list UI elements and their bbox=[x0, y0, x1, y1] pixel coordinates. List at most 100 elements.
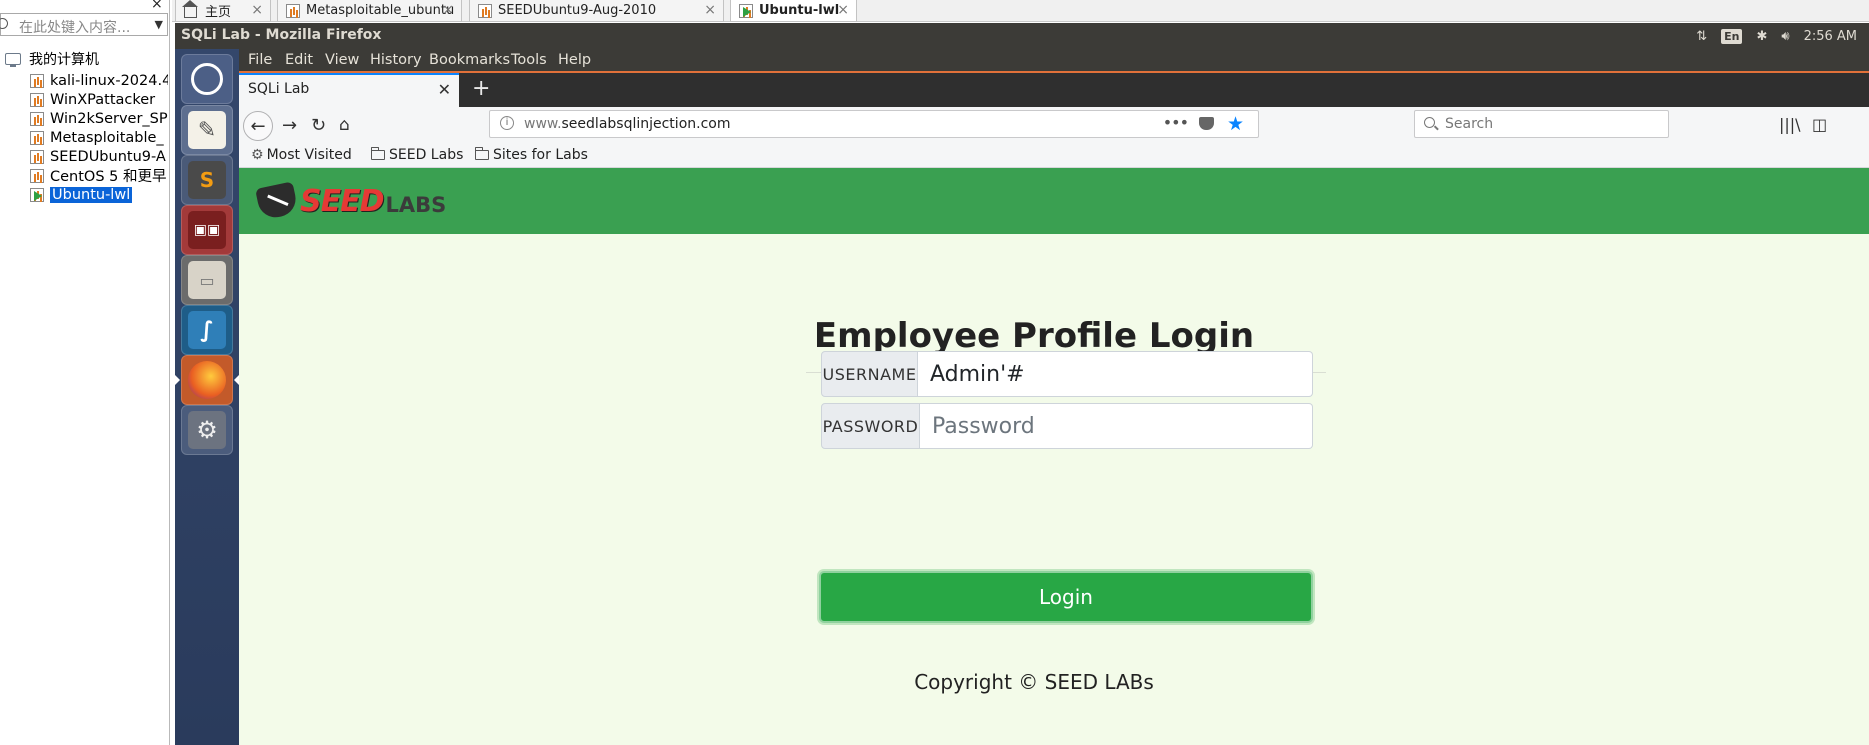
close-icon[interactable]: × bbox=[704, 2, 716, 18]
unity-launcher: ✎ S ▣▣ ▭ ∫ ⚙ bbox=[175, 49, 239, 745]
vm-tab-label: SEEDUbuntu9-Aug-2010 bbox=[498, 3, 657, 18]
tree-item-vm[interactable]: Metasploitable_ bbox=[30, 127, 168, 148]
username-field-group: USERNAME Admin'# bbox=[821, 351, 1313, 397]
tab-title: SQLi Lab bbox=[248, 81, 310, 97]
username-input[interactable]: Admin'# bbox=[918, 351, 1313, 397]
home-icon[interactable]: ⌂ bbox=[339, 115, 350, 135]
vm-icon bbox=[30, 92, 44, 107]
text-editor-button[interactable]: ✎ bbox=[181, 105, 233, 155]
back-button[interactable]: ← bbox=[243, 111, 273, 141]
seed-labs-logo[interactable]: SEED LABS bbox=[255, 181, 446, 221]
tree-root-my-computer[interactable]: 我的计算机 bbox=[5, 49, 99, 69]
tree-item-vm[interactable]: CentOS 5 和更早 bbox=[30, 165, 168, 186]
search-icon bbox=[0, 18, 8, 29]
menu-help[interactable]: Help bbox=[558, 52, 591, 68]
bookmark-seed-labs[interactable]: SEED Labs bbox=[371, 147, 463, 163]
system-settings-button[interactable]: ⚙ bbox=[181, 405, 233, 455]
vm-icon bbox=[30, 168, 44, 183]
library-search-field[interactable]: 在此处键入内容... ▼ bbox=[0, 13, 168, 36]
menu-view[interactable]: View bbox=[325, 52, 359, 68]
back-icon: ← bbox=[250, 115, 266, 137]
close-icon[interactable]: × bbox=[442, 2, 454, 18]
vm-tab[interactable]: Metasploitable_ubuntu × bbox=[277, 0, 462, 22]
file-manager-button[interactable]: ▭ bbox=[181, 255, 233, 305]
login-button[interactable]: Login bbox=[819, 571, 1313, 623]
sublime-text-button[interactable]: S bbox=[181, 155, 233, 205]
search-placeholder: Search bbox=[1445, 116, 1494, 132]
page-actions-icon[interactable]: ••• bbox=[1163, 113, 1189, 132]
tree-item-label: Win2kServer_SP bbox=[50, 110, 168, 127]
network-icon[interactable]: ⇅ bbox=[1696, 29, 1707, 44]
wireshark-button[interactable]: ∫ bbox=[181, 305, 233, 355]
clock[interactable]: 2:56 AM bbox=[1804, 29, 1857, 44]
vm-icon bbox=[30, 130, 44, 145]
url-prefix: www. bbox=[524, 116, 562, 132]
bookmark-most-visited[interactable]: ⚙ Most Visited bbox=[251, 147, 352, 163]
new-tab-icon[interactable]: + bbox=[472, 76, 490, 101]
info-icon[interactable]: i bbox=[500, 116, 514, 130]
system-tray: ⇅ En ✱ 🔊︎ 2:56 AM bbox=[1696, 23, 1869, 49]
terminal-button[interactable]: ▣▣ bbox=[181, 205, 233, 255]
tree-item-label: SEEDUbuntu9-A bbox=[50, 148, 166, 165]
keyboard-language-indicator[interactable]: En bbox=[1721, 28, 1743, 44]
menu-bookmarks[interactable]: Bookmarks bbox=[429, 52, 510, 68]
ubuntu-dash-button[interactable] bbox=[181, 54, 233, 104]
vm-icon bbox=[30, 111, 44, 126]
forward-icon[interactable]: → bbox=[282, 115, 297, 136]
menu-tools[interactable]: Tools bbox=[511, 52, 547, 68]
bluetooth-icon[interactable]: ✱ bbox=[1756, 29, 1767, 44]
browser-tab-active[interactable]: SQLi Lab ✕ bbox=[239, 73, 459, 107]
tree-item-label: Ubuntu-lwl bbox=[50, 186, 133, 203]
folder-icon bbox=[371, 147, 385, 160]
tree-item-vm[interactable]: Win2kServer_SP bbox=[30, 108, 168, 129]
url-text: www.seedlabsqlinjection.com bbox=[524, 116, 730, 132]
menu-edit[interactable]: Edit bbox=[285, 52, 313, 68]
sidebar-icon[interactable]: ◫ bbox=[1812, 115, 1827, 134]
web-page: SEED LABS Employee Profile Login USERNAM… bbox=[239, 168, 1869, 745]
firefox-tab-bar: SQLi Lab ✕ + bbox=[239, 73, 1869, 107]
url-bar[interactable]: i www.seedlabsqlinjection.com ••• ★ bbox=[489, 110, 1259, 138]
firefox-launcher-button[interactable] bbox=[181, 355, 233, 405]
folder-icon bbox=[475, 147, 489, 160]
close-icon[interactable]: × bbox=[837, 2, 849, 18]
search-bar[interactable]: Search bbox=[1414, 110, 1669, 138]
copyright-footer: Copyright © SEED LABs bbox=[914, 670, 1154, 694]
firefox-navigation-bar: ← → ↻ ⌂ i www.seedlabsqlinjection.com ••… bbox=[239, 107, 1869, 145]
vm-tab-active[interactable]: Ubuntu-lwl × bbox=[730, 0, 857, 22]
password-input[interactable]: Password bbox=[920, 403, 1313, 449]
menu-history[interactable]: History bbox=[370, 52, 422, 68]
volume-icon[interactable]: 🔊︎ bbox=[1781, 29, 1789, 44]
vm-tab-label: 主页 bbox=[205, 5, 232, 20]
reload-icon[interactable]: ↻ bbox=[311, 115, 326, 136]
vm-running-icon bbox=[739, 3, 753, 18]
vm-tab-home[interactable]: 主页 × bbox=[175, 0, 271, 22]
terminal-icon: ▣▣ bbox=[188, 211, 226, 249]
tree-item-label: WinXPattacker bbox=[50, 91, 156, 108]
bookmark-star-icon[interactable]: ★ bbox=[1227, 113, 1244, 135]
bookmark-sites-for-labs[interactable]: Sites for Labs bbox=[475, 147, 588, 163]
tree-item-vm-selected[interactable]: Ubuntu-lwl bbox=[30, 184, 168, 205]
close-tab-icon[interactable]: ✕ bbox=[438, 80, 451, 99]
home-icon bbox=[182, 0, 198, 18]
vm-tab[interactable]: SEEDUbuntu9-Aug-2010 × bbox=[469, 0, 724, 22]
window-title: SQLi Lab - Mozilla Firefox bbox=[181, 27, 382, 43]
bookmark-label: SEED Labs bbox=[389, 147, 464, 163]
tree-item-vm[interactable]: WinXPattacker bbox=[30, 89, 168, 110]
menu-file[interactable]: File bbox=[248, 52, 272, 68]
bookmark-label: Sites for Labs bbox=[493, 147, 588, 163]
library-icon[interactable]: |||\ bbox=[1779, 115, 1801, 134]
vm-library-panel: × 在此处键入内容... ▼ 我的计算机 kali-linux-2024.4 W… bbox=[0, 0, 170, 745]
password-label: PASSWORD bbox=[821, 403, 920, 449]
tree-item-vm[interactable]: SEEDUbuntu9-A bbox=[30, 146, 168, 167]
close-icon[interactable]: × bbox=[251, 2, 263, 18]
search-dropdown-icon[interactable]: ▼ bbox=[155, 18, 163, 31]
wireshark-icon: ∫ bbox=[188, 311, 226, 349]
tree-item-vm[interactable]: kali-linux-2024.4 bbox=[30, 70, 168, 91]
computer-icon bbox=[5, 53, 21, 67]
library-close-icon[interactable]: × bbox=[151, 0, 163, 12]
tree-item-label: kali-linux-2024.4 bbox=[50, 72, 168, 89]
vm-icon bbox=[30, 73, 44, 88]
text-editor-icon: ✎ bbox=[188, 111, 226, 149]
tree-root-label: 我的计算机 bbox=[29, 52, 99, 68]
pocket-icon[interactable] bbox=[1199, 117, 1214, 130]
